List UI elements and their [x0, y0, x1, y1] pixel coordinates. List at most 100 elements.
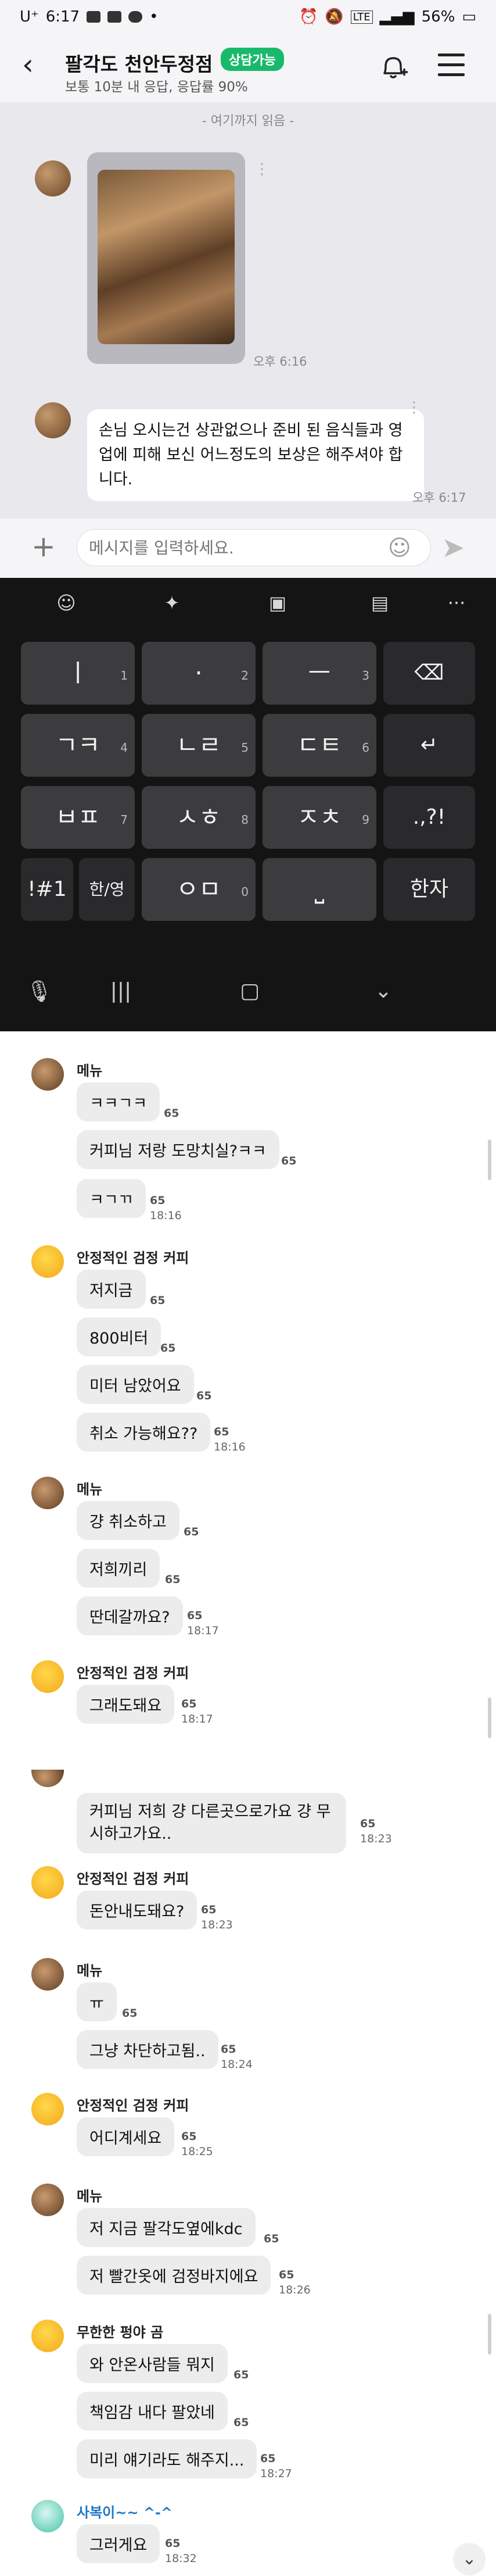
- read-count: 65: [233, 2416, 249, 2429]
- key-vowel-eu[interactable]: ㅡ3: [263, 642, 376, 705]
- gallery-icon: [87, 11, 101, 23]
- chat-bubble[interactable]: 그냥 차단하고됨..: [77, 2030, 218, 2069]
- input-bar: + ☺ ➤: [0, 519, 496, 578]
- key-bieup[interactable]: ㅂㅍ 7: [21, 786, 135, 849]
- hide-keyboard-icon[interactable]: ⌄: [366, 979, 401, 1003]
- emoji-icon[interactable]: ☺: [388, 536, 411, 559]
- read-count: 65: [281, 1155, 297, 1167]
- chat-bubble[interactable]: 책임감 내다 팔았네: [77, 2392, 228, 2431]
- space-key[interactable]: ⎵: [263, 858, 376, 921]
- mic-icon[interactable]: 🎙: [22, 979, 57, 1003]
- chat-bubble[interactable]: 딴데갈까요?: [77, 1596, 183, 1635]
- key-digeut[interactable]: ㄷㅌ 6: [263, 714, 376, 777]
- hanja-key[interactable]: 한자: [383, 858, 475, 921]
- chat-bubble[interactable]: 커피님 저희 걍 다른곳으로가요 걍 무시하고가요..: [77, 1793, 346, 1853]
- message-time: 18:32: [165, 2552, 197, 2565]
- status-right: ⏰ 🔕 LTE ▂▄▆ 56% ▭: [299, 8, 476, 26]
- message-time: 18:17: [187, 1624, 219, 1637]
- chat-bubble[interactable]: 저 빨간옷에 검정바지에요: [77, 2256, 271, 2295]
- chat-bubble[interactable]: ㅋㄱㄲ: [77, 1179, 146, 1218]
- avatar[interactable]: [31, 1958, 64, 1991]
- dot-icon: •: [149, 8, 159, 26]
- key-jieut[interactable]: ㅈㅊ 9: [263, 786, 376, 849]
- key-dot[interactable]: · 2: [142, 642, 256, 705]
- send-icon[interactable]: ➤: [441, 533, 465, 563]
- sender-name: 안정적인 검정 커피: [77, 2098, 189, 2114]
- chat-bubble[interactable]: 그러게요: [77, 2524, 160, 2563]
- scrollbar[interactable]: [488, 1139, 491, 1180]
- store-avatar[interactable]: [35, 160, 71, 196]
- recents-icon[interactable]: |||: [103, 979, 138, 1003]
- language-toggle-key[interactable]: 한/영: [79, 858, 135, 921]
- photo-message[interactable]: [87, 152, 245, 364]
- read-count: 65: [360, 1817, 376, 1830]
- chat-bubble[interactable]: 저희끼리: [77, 1549, 160, 1588]
- chat-bubble[interactable]: 미터 남았어요: [77, 1365, 194, 1404]
- bell-add-icon[interactable]: [378, 51, 409, 83]
- avatar[interactable]: [31, 1245, 64, 1278]
- calendar-icon: [107, 11, 122, 23]
- key-nieun[interactable]: ㄴㄹ 5: [142, 714, 256, 777]
- chat-bubble[interactable]: 저 지금 팔각도옆에kdc: [77, 2208, 256, 2247]
- key-siot[interactable]: ㅅㅎ 8: [142, 786, 256, 849]
- avatar[interactable]: [31, 2500, 64, 2532]
- avatar[interactable]: [31, 2093, 64, 2125]
- chat-bubble[interactable]: 그래도돼요: [77, 1685, 175, 1724]
- back-arrow-icon[interactable]: ‹: [22, 50, 34, 79]
- chat-bubble[interactable]: ㅠ: [77, 1982, 117, 2021]
- symbols-key[interactable]: !#1: [21, 858, 73, 921]
- avatar[interactable]: [31, 1866, 64, 1899]
- chat-bubble[interactable]: 돈안내도돼요?: [77, 1891, 197, 1930]
- store-avatar[interactable]: [35, 402, 71, 438]
- key-vowel-i[interactable]: ㅣ1: [21, 642, 135, 705]
- chat-bubble[interactable]: 취소 가능해요??: [77, 1413, 211, 1452]
- message-input[interactable]: [77, 529, 431, 566]
- read-divider: - 여기까지 읽음 -: [202, 114, 294, 128]
- chat-bubble[interactable]: 와 안온사람들 뭐지: [77, 2344, 228, 2383]
- punctuation-key[interactable]: .,?!: [383, 786, 475, 849]
- menu-icon[interactable]: [438, 53, 465, 77]
- read-count: 65: [165, 1573, 181, 1586]
- lte-icon: LTE: [350, 10, 373, 24]
- chat-bubble[interactable]: 걍 취소하고: [77, 1501, 179, 1540]
- emoji-face-icon[interactable]: ☺: [49, 592, 84, 614]
- clipboard-icon[interactable]: ▤: [362, 592, 397, 614]
- read-count: 65: [233, 2368, 249, 2381]
- read-count: 65: [184, 1525, 199, 1538]
- sender-name: 메뉴: [77, 1963, 103, 1979]
- more-options-icon[interactable]: ⋮: [254, 160, 269, 178]
- sparkle-icon[interactable]: ✦: [154, 592, 189, 614]
- read-count: 65: [260, 2452, 276, 2465]
- chat-bubble[interactable]: 800비터: [77, 1317, 161, 1356]
- chat-bubble[interactable]: 어디계세요: [77, 2117, 175, 2156]
- enter-key[interactable]: ↵: [383, 714, 475, 777]
- message-time: 18:17: [181, 1713, 213, 1725]
- chat-bubble[interactable]: 미리 얘기라도 해주지...: [77, 2439, 257, 2478]
- read-count: 65: [221, 2043, 236, 2056]
- scrollbar[interactable]: [488, 1698, 491, 1738]
- key-ieung[interactable]: ㅇㅁ 0: [142, 858, 256, 921]
- text-message[interactable]: 손님 오시는건 상관없으나 준비 된 음식들과 영업에 피해 보신 어느정도의 …: [87, 409, 424, 501]
- key-giyeok[interactable]: ㄱㅋ 4: [21, 714, 135, 777]
- chat-area[interactable]: - 여기까지 읽음 - ⋮ 오후 6:16 손님 오시는건 상관없으나 준비 된…: [0, 102, 496, 519]
- avatar[interactable]: [31, 1058, 64, 1091]
- more-icon[interactable]: ···: [439, 592, 474, 614]
- avatar[interactable]: [31, 2184, 64, 2216]
- sender-name: 사복이~~ ^-^: [77, 2504, 172, 2521]
- avatar[interactable]: [31, 2320, 64, 2352]
- read-count: 65: [214, 1425, 229, 1438]
- home-icon[interactable]: ▢: [232, 979, 267, 1003]
- sticker-icon[interactable]: ▣: [260, 592, 295, 614]
- chat-bubble[interactable]: 저지금: [77, 1270, 146, 1309]
- chat-bubble[interactable]: 커피님 저랑 도망치실?ㅋㅋ: [77, 1130, 279, 1169]
- backspace-key[interactable]: ⌫: [383, 642, 475, 705]
- avatar[interactable]: [31, 1660, 64, 1693]
- scrollbar[interactable]: [488, 2314, 491, 2355]
- more-options-icon[interactable]: ⋮: [407, 399, 422, 416]
- plus-icon[interactable]: +: [31, 530, 56, 563]
- avatar[interactable]: [31, 1477, 64, 1509]
- chevron-down-icon[interactable]: ⌄: [453, 2543, 486, 2575]
- chat-bubble[interactable]: ㅋㅋㄱㅋ: [77, 1082, 160, 1121]
- sender-name: 안정적인 검정 커피: [77, 1871, 189, 1887]
- sender-name: 메뉴: [77, 2188, 103, 2205]
